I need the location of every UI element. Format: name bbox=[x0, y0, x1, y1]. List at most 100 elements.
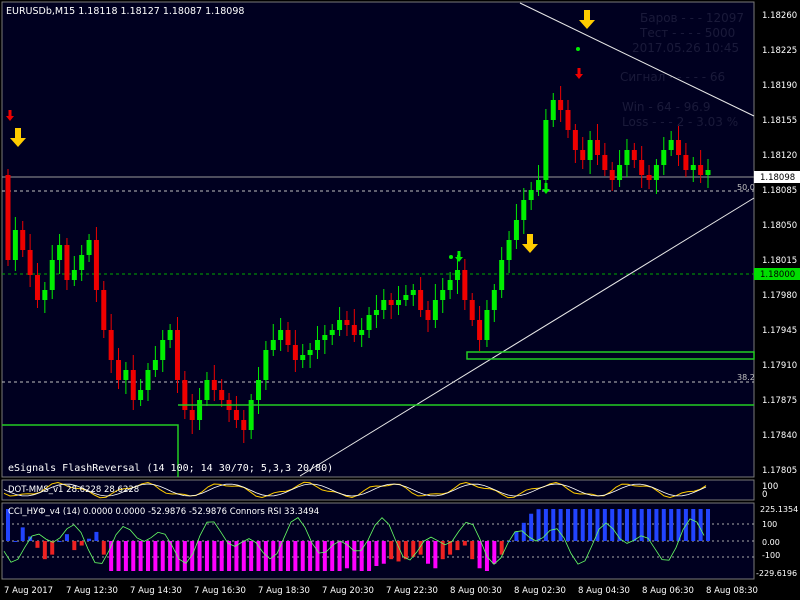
candle-body bbox=[469, 300, 475, 320]
time-tick: 7 Aug 12:30 bbox=[66, 586, 118, 596]
candle-body bbox=[477, 320, 483, 340]
candle-body bbox=[5, 175, 11, 260]
candle-body bbox=[138, 390, 144, 400]
cci-bar bbox=[182, 541, 187, 571]
candle-body bbox=[329, 330, 335, 335]
stats-line-date: 2017.05.26 10:45 bbox=[632, 41, 739, 55]
cci-bar bbox=[57, 541, 62, 542]
time-tick: 8 Aug 06:30 bbox=[642, 586, 694, 596]
signal-dot-icon bbox=[449, 255, 453, 259]
cci-scale-100: 100 bbox=[762, 520, 777, 529]
cci-bar bbox=[624, 509, 629, 541]
candle-body bbox=[314, 340, 320, 350]
candle-body bbox=[116, 360, 122, 380]
cci-bar bbox=[146, 541, 150, 571]
candle-body bbox=[602, 155, 608, 170]
candle-body bbox=[462, 270, 468, 300]
cci-bar bbox=[706, 509, 710, 541]
price-tick: 1.18120 bbox=[762, 151, 797, 161]
price-tick: 1.18085 bbox=[762, 186, 797, 196]
time-tick: 8 Aug 00:30 bbox=[450, 586, 502, 596]
candle-body bbox=[79, 255, 85, 270]
candle-body bbox=[42, 290, 48, 300]
candle-body bbox=[152, 360, 158, 370]
cci-bar bbox=[551, 509, 556, 541]
cci-bar bbox=[381, 541, 386, 564]
candle-body bbox=[388, 300, 394, 305]
candle-body bbox=[366, 315, 372, 330]
stats-line-win: Win - 64 - 96.9 bbox=[622, 100, 710, 114]
cci-bar bbox=[529, 513, 534, 541]
candle-body bbox=[71, 270, 77, 280]
cci-bar bbox=[367, 541, 372, 571]
cci-bar bbox=[654, 509, 659, 541]
stats-line-bars: Баров - - - 12097 bbox=[640, 11, 744, 25]
price-tick: 1.18260 bbox=[762, 11, 797, 21]
cci-bar bbox=[669, 509, 674, 541]
candle-body bbox=[189, 410, 195, 420]
cci-bar bbox=[514, 531, 519, 541]
candle-body bbox=[543, 120, 549, 180]
cci-bar bbox=[610, 509, 615, 541]
price-tick: 1.18015 bbox=[762, 256, 797, 266]
cci-bar bbox=[286, 541, 290, 571]
candle-body bbox=[683, 155, 689, 170]
cci-bar bbox=[131, 541, 136, 571]
cci-bar bbox=[204, 541, 209, 571]
cci-bar bbox=[87, 538, 92, 541]
trading-chart[interactable]: EURUSDb,M15 1.18118 1.18127 1.18087 1.18… bbox=[0, 0, 800, 600]
cci-scale-max: 225.1354 bbox=[760, 505, 798, 514]
candle-body bbox=[12, 230, 18, 260]
candle-body bbox=[572, 130, 578, 150]
cci-bar bbox=[138, 541, 143, 571]
candle-body bbox=[270, 340, 276, 350]
cci-bar bbox=[35, 541, 40, 548]
time-tick: 7 Aug 22:30 bbox=[386, 586, 438, 596]
candle-body bbox=[565, 110, 571, 130]
cci-bar bbox=[477, 541, 482, 569]
price-tick: 1.18050 bbox=[762, 221, 797, 231]
candle-body bbox=[145, 370, 151, 390]
candle-body bbox=[617, 165, 623, 180]
cci-bar bbox=[462, 541, 467, 546]
cci-bar bbox=[661, 509, 666, 541]
candle-body bbox=[491, 290, 497, 310]
cci-bar bbox=[241, 541, 246, 571]
candle-body bbox=[587, 140, 593, 160]
cci-bar bbox=[337, 541, 342, 571]
cci-bar bbox=[359, 541, 364, 571]
cci-scale-min: -229.6196 bbox=[756, 569, 797, 578]
price-tick: 1.17980 bbox=[762, 291, 797, 301]
price-tick: 1.18190 bbox=[762, 81, 797, 91]
cci-bar bbox=[116, 541, 121, 571]
time-tick: 7 Aug 20:30 bbox=[322, 586, 374, 596]
stats-line-test: Тест - - - - 5000 bbox=[639, 26, 735, 40]
cci-bar bbox=[691, 509, 696, 541]
candle-body bbox=[396, 300, 402, 305]
level-price-label: 1.18000 bbox=[760, 270, 795, 280]
candle-body bbox=[292, 345, 298, 360]
candle-body bbox=[86, 240, 92, 255]
cci-scale-0: 0.00 bbox=[762, 538, 780, 547]
dot-mms-scale-0: 0 bbox=[762, 490, 767, 500]
candle-body bbox=[337, 320, 343, 330]
candle-body bbox=[300, 355, 306, 360]
candle-body bbox=[661, 150, 667, 165]
price-tick: 1.17840 bbox=[762, 431, 797, 441]
cci-bar bbox=[558, 509, 563, 541]
candle-body bbox=[233, 410, 239, 420]
candle-body bbox=[668, 140, 674, 150]
price-tick: 1.17805 bbox=[762, 466, 797, 476]
cci-bar bbox=[492, 541, 497, 564]
candle-body bbox=[425, 310, 431, 320]
candle-body bbox=[174, 330, 180, 380]
candle-body bbox=[513, 220, 519, 240]
cci-bar bbox=[212, 541, 217, 571]
cci-bar bbox=[293, 541, 298, 571]
cci-bar bbox=[94, 531, 99, 541]
candle-body bbox=[624, 150, 630, 165]
candle-body bbox=[27, 250, 33, 275]
cci-bar bbox=[573, 509, 578, 541]
candle-body bbox=[521, 200, 527, 220]
cci-bar bbox=[352, 541, 357, 571]
